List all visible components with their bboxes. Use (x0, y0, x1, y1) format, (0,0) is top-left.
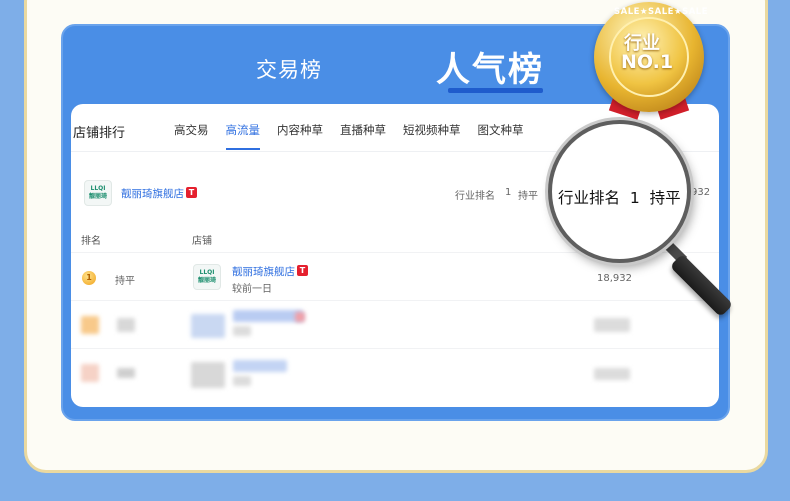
badge-ring-text: SALE★SALE★SALE (614, 7, 709, 17)
card-title: 店铺排行 (73, 126, 126, 141)
subtab-bar: 高交易 高流量 内容种草 直播种草 短视频种草 图文种草 (174, 122, 541, 150)
blurred-rank-icon (81, 316, 99, 334)
row-value: 18,932 (597, 273, 632, 284)
row-compare-label: 较前一日 (232, 284, 272, 295)
blurred-trend (117, 368, 135, 378)
tab-trade-ranking[interactable]: 交易榜 (256, 54, 322, 84)
row-shop-logo: LLQI 靓丽琦 (193, 264, 221, 290)
shop-logo: LLQI 靓丽琦 (84, 180, 112, 206)
blurred-sub (233, 376, 251, 386)
blurred-name (233, 310, 303, 322)
subtab-live[interactable]: 直播种草 (340, 122, 386, 138)
subtab-short-video[interactable]: 短视频种草 (403, 122, 461, 138)
shop-name-link[interactable]: 靓丽琦旗舰店 (121, 186, 184, 201)
row-divider (71, 348, 719, 349)
blurred-trend (117, 318, 135, 332)
column-rank: 排名 (81, 236, 101, 247)
tmall-badge: T (186, 187, 197, 198)
row-tmall-badge: T (297, 265, 308, 276)
blurred-name (233, 360, 287, 372)
subtab-high-traffic[interactable]: 高流量 (225, 122, 260, 150)
badge-line-no1: NO.1 (621, 51, 674, 73)
blurred-value (594, 318, 630, 332)
subtab-high-trade[interactable]: 高交易 (174, 122, 209, 138)
column-shop: 店铺 (192, 236, 212, 247)
blurred-logo (191, 314, 225, 338)
summary-value: 932 (691, 187, 711, 198)
subtab-content[interactable]: 内容种草 (277, 122, 323, 138)
row-shop-name-link[interactable]: 靓丽琦旗舰店 (232, 264, 295, 279)
rank-trend: 持平 (518, 191, 538, 202)
blurred-value (594, 368, 630, 380)
industry-rank-label: 行业排名 (455, 191, 495, 202)
industry-rank-value: 1 (505, 187, 512, 198)
blurred-badge (295, 312, 305, 322)
gold-medal-icon: 1 (82, 271, 96, 285)
blurred-sub (233, 326, 251, 336)
tab-popularity-ranking[interactable]: 人气榜 (436, 42, 544, 91)
subtab-image-text[interactable]: 图文种草 (478, 122, 524, 138)
blurred-logo (191, 362, 225, 388)
active-tab-underline (448, 88, 543, 93)
magnified-rank: 行业排名 1 持平 (558, 189, 681, 207)
blurred-rank-icon (81, 364, 99, 382)
row-trend: 持平 (115, 276, 135, 287)
row-divider (71, 300, 719, 301)
